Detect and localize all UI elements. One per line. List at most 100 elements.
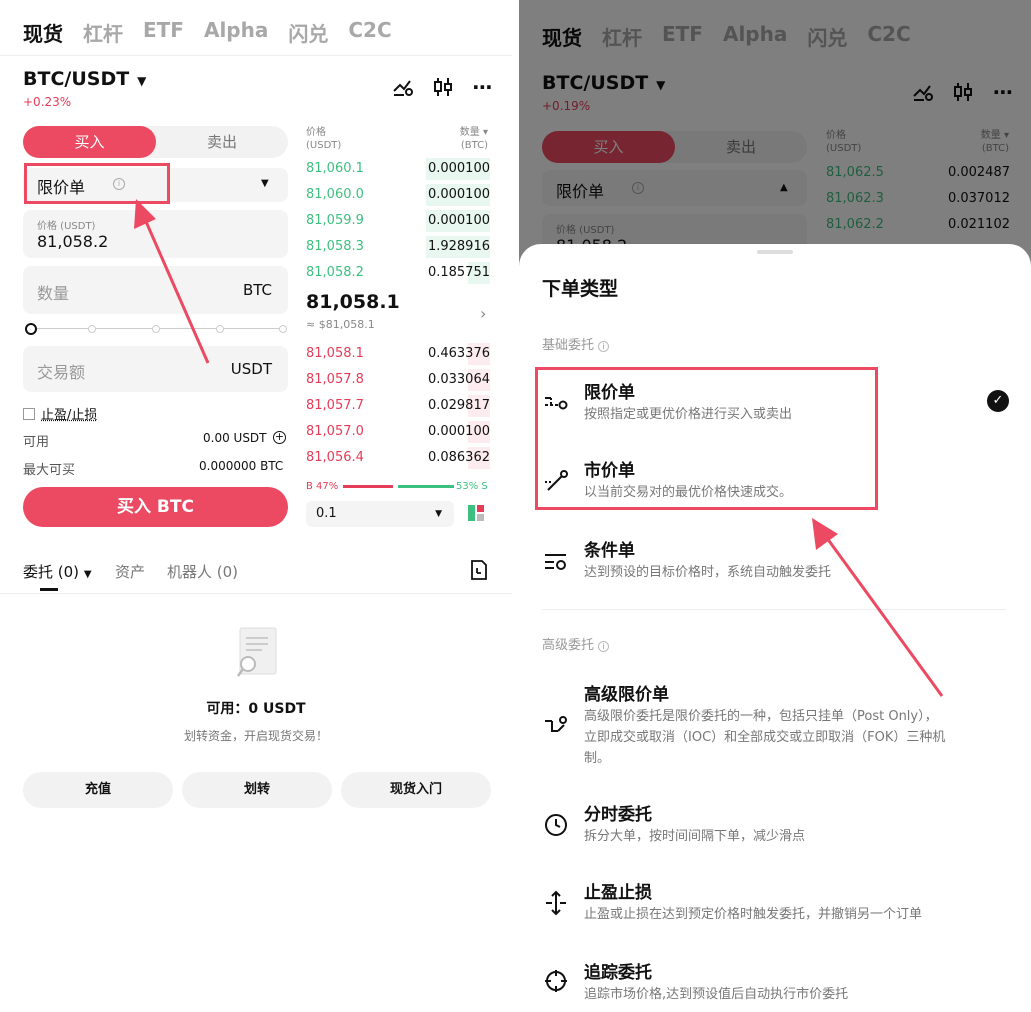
deposit-button[interactable]: 充值 [23, 772, 173, 808]
option-tpsl[interactable]: 止盈止损 止盈或止损在达到预定价格时触发委托，并撤销另一个订单 [519, 874, 1031, 930]
ask-row[interactable]: 81,058.2 0.185751 [306, 260, 490, 286]
bid-row[interactable]: 81,056.4 0.086362 [306, 445, 490, 471]
bid-qty: 0.086362 [427, 450, 490, 465]
option-title: 高级限价单 [584, 685, 669, 705]
bid-qty: 0.463376 [427, 346, 490, 361]
chart-settings-icon[interactable] [392, 76, 414, 98]
option-advanced-limit[interactable]: 高级限价单 高级限价委托是限价委托的一种，包括只挂单（Post Only）， 立… [519, 674, 1031, 770]
buy-btc-button[interactable]: 买入 BTC [23, 487, 288, 527]
mid-price: 81,058.1 [306, 291, 400, 313]
tab-orders[interactable]: 委托 (0) ▼ [23, 561, 92, 582]
pair-selector[interactable]: BTC/USDT ▼ [23, 68, 146, 90]
max-buy-label: 最大可买 [23, 463, 76, 478]
price-change: +0.23% [23, 95, 72, 109]
option-title: 追踪委托 [584, 963, 652, 983]
layout-icon[interactable] [468, 505, 484, 521]
buy-tab[interactable]: 买入 [23, 126, 156, 158]
ask-price: 81,058.3 [306, 239, 364, 254]
option-desc: 拆分大单，按时间间隔下单，减少滑点 [584, 829, 806, 844]
tpsl-checkbox[interactable]: 止盈/止损 [23, 404, 97, 423]
tab-etf[interactable]: ETF [143, 18, 184, 47]
pair-label: BTC/USDT [23, 68, 130, 90]
tab-bots[interactable]: 机器人 (0) [167, 561, 238, 582]
checkbox-box[interactable] [23, 407, 35, 420]
sell-tab[interactable]: 卖出 [156, 126, 288, 158]
option-desc-line2: 立即成交或取消（IOC）和全部成交或立即取消（FOK）三种机 [584, 730, 946, 745]
annotation-arrow [812, 518, 944, 697]
bid-row[interactable]: 81,057.8 0.033064 [306, 367, 490, 393]
mid-fiat: ≈ $81,058.1 [306, 318, 375, 331]
ob-header-qty[interactable]: 数量 ▾(BTC) [448, 126, 488, 152]
option-desc-line1: 高级限价委托是限价委托的一种，包括只挂单（Post Only）， [584, 709, 938, 724]
option-trailing[interactable]: 追踪委托 追踪市场价格,达到预设值后自动执行市价委托 [519, 954, 1031, 1010]
history-icon[interactable] [470, 560, 488, 584]
option-title: 条件单 [584, 541, 635, 561]
bid-row[interactable]: 81,058.1 0.463376 [306, 341, 490, 367]
depth-value: 0.1 [316, 506, 337, 521]
add-funds-icon[interactable]: + [273, 431, 286, 444]
slider-handle[interactable] [25, 323, 37, 335]
check-icon: ✓ [987, 390, 1009, 412]
ask-row[interactable]: 81,060.1 0.000100 [306, 156, 490, 182]
header-icons: ⋯ [392, 75, 494, 99]
price-label: 价格 (USDT) [37, 221, 96, 232]
tab-spot[interactable]: 现货 [23, 18, 63, 47]
available-label: 可用 [23, 435, 50, 450]
ob-header-price: 价格(USDT) [306, 127, 342, 151]
bid-price: 81,057.0 [306, 424, 364, 439]
divider [0, 55, 512, 56]
option-title: 止盈止损 [584, 883, 652, 903]
price-value: 81,058.2 [37, 232, 109, 251]
depth-select[interactable]: 0.1 ▼ [306, 501, 454, 527]
transfer-button[interactable]: 划转 [182, 772, 332, 808]
candlestick-icon[interactable] [432, 76, 454, 98]
bids-list: 81,058.1 0.463376 81,057.8 0.033064 81,057.7… [306, 341, 490, 471]
bid-price: 81,058.1 [306, 346, 364, 361]
ask-row[interactable]: 81,059.9 0.000100 [306, 208, 490, 234]
ask-row[interactable]: 81,058.3 1.928916 [306, 234, 490, 260]
option-conditional-order[interactable]: 条件单 达到预设的目标价格时，系统自动触发委托 [519, 530, 1031, 590]
ask-qty: 0.000100 [427, 187, 490, 202]
tab-margin[interactable]: 杠杆 [83, 18, 123, 47]
caret-down-icon: ▼ [261, 178, 269, 189]
chevron-right-icon[interactable]: › [480, 304, 486, 323]
tab-indicator [40, 588, 58, 591]
sheet-title: 下单类型 [542, 278, 619, 300]
bid-row[interactable]: 81,057.0 0.000100 [306, 419, 490, 445]
annotation-arrow [134, 199, 210, 364]
ask-row[interactable]: 81,060.0 0.000100 [306, 182, 490, 208]
available-value: 0.00 USDT [203, 431, 267, 445]
option-desc-line3: 制。 [584, 751, 611, 766]
tab-alpha[interactable]: Alpha [204, 18, 268, 47]
sell-ratio-bar [398, 485, 454, 488]
ask-qty: 0.000100 [427, 213, 490, 228]
bid-row[interactable]: 81,057.7 0.029817 [306, 393, 490, 419]
ask-price: 81,060.1 [306, 161, 364, 176]
buy-sell-toggle: 买入 卖出 [23, 126, 288, 158]
asks-list: 81,060.1 0.000100 81,060.0 0.000100 81,059.9… [306, 156, 490, 286]
more-icon[interactable]: ⋯ [472, 75, 494, 99]
caret-down-icon: ▼ [137, 74, 147, 88]
advanced-limit-icon [543, 712, 569, 738]
conditional-order-icon [543, 548, 569, 574]
empty-subtitle: 划转资金，开启现货交易！ [183, 729, 328, 743]
drag-handle[interactable] [757, 250, 793, 254]
spot-guide-button[interactable]: 现货入门 [341, 772, 491, 808]
bid-qty: 0.033064 [427, 372, 490, 387]
option-twap[interactable]: 分时委托 拆分大单，按时间间隔下单，减少滑点 [519, 796, 1031, 852]
tab-c2c[interactable]: C2C [348, 18, 391, 47]
option-desc: 止盈或止损在达到预定价格时触发委托，并撤销另一个订单 [584, 907, 923, 922]
bid-price: 81,057.8 [306, 372, 364, 387]
option-desc: 追踪市场价格,达到预设值后自动执行市价委托 [584, 987, 849, 1002]
section-advanced: 高级委托 i [542, 634, 610, 653]
tab-assets[interactable]: 资产 [115, 561, 145, 582]
tab-convert[interactable]: 闪兑 [288, 18, 328, 47]
buy-ratio-bar [343, 485, 393, 488]
quantity-placeholder: 数量 [37, 284, 70, 303]
trailing-icon [543, 968, 569, 994]
bid-qty: 0.000100 [427, 424, 490, 439]
caret-down-icon: ▼ [83, 569, 92, 580]
ask-price: 81,059.9 [306, 213, 364, 228]
ask-qty: 1.928916 [427, 239, 490, 254]
sell-ratio: 53% S [456, 481, 488, 492]
